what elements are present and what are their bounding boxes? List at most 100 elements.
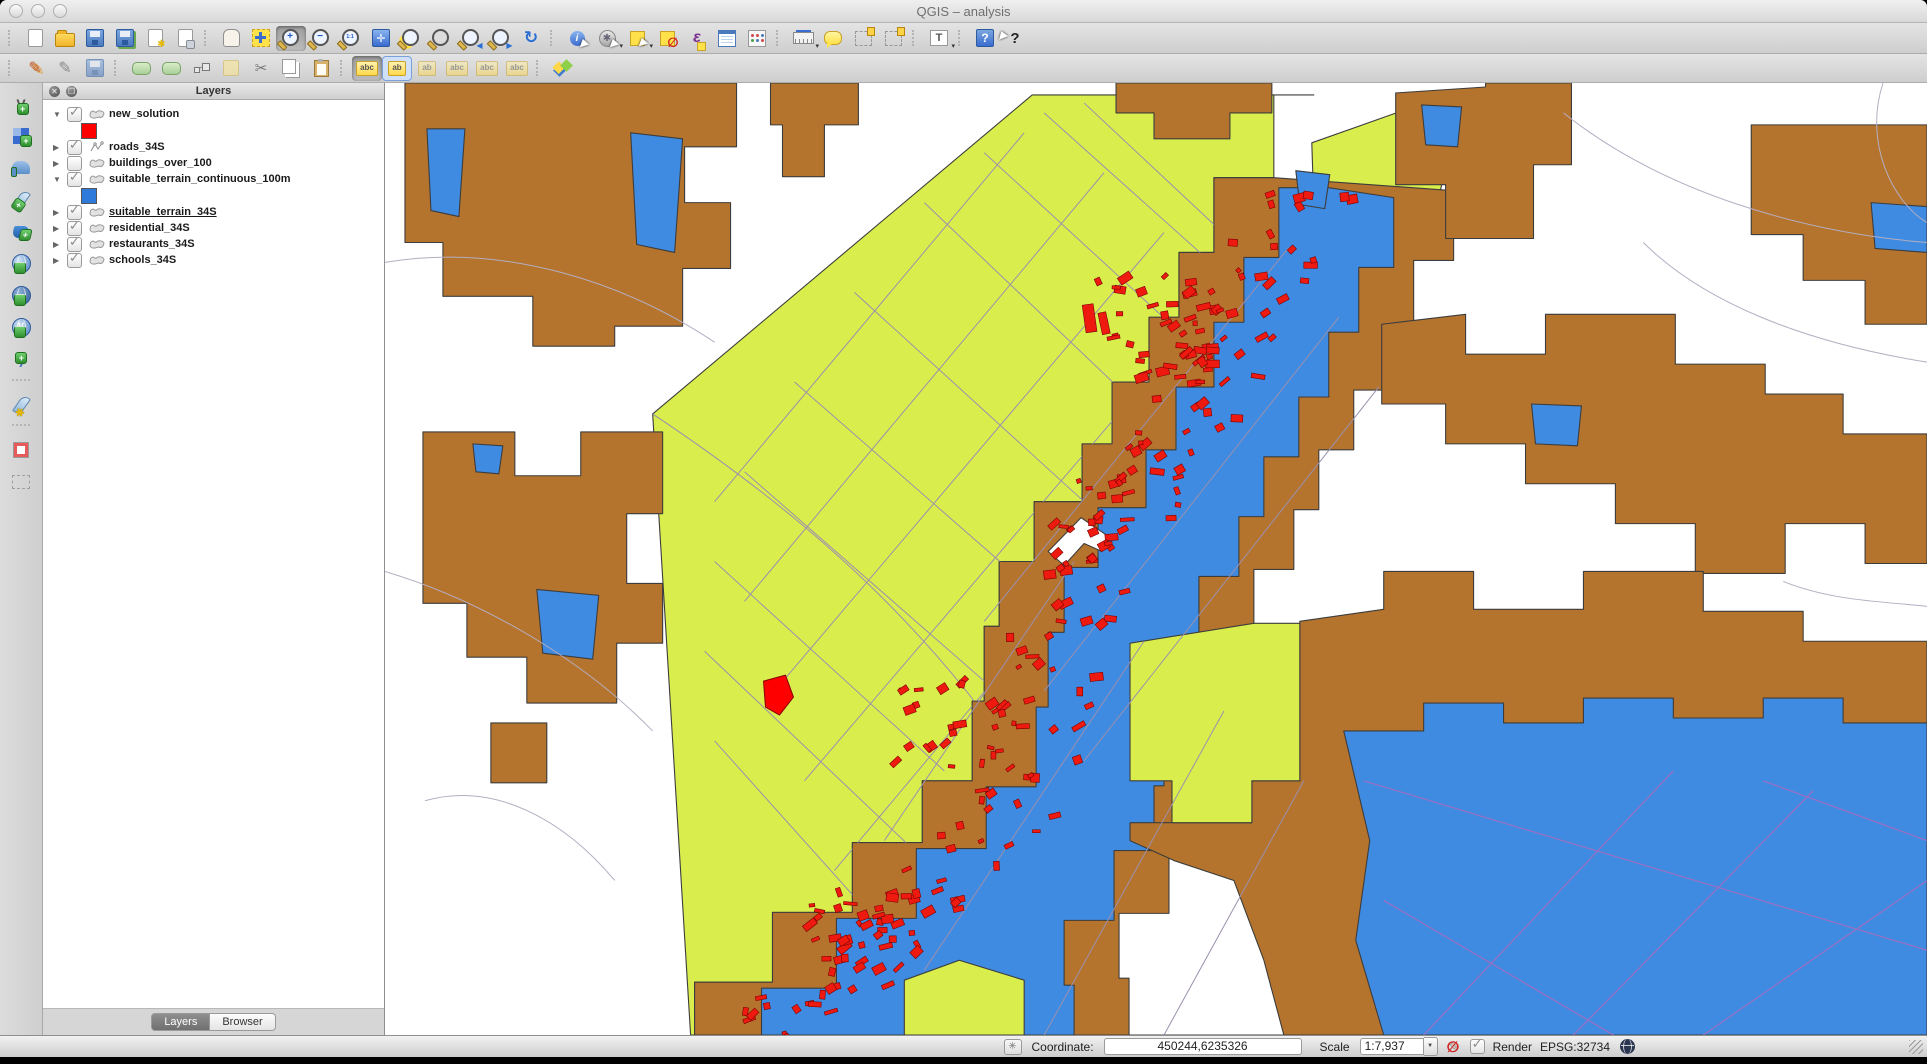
save-project-button[interactable] bbox=[80, 26, 110, 51]
layer-expand-arrow[interactable]: ▼ bbox=[53, 175, 67, 184]
zoom-native-button[interactable]: 1:1 bbox=[336, 26, 366, 51]
deselect-features-button[interactable] bbox=[652, 26, 682, 51]
open-attribute-table-button[interactable] bbox=[712, 26, 742, 51]
layer-item-restaurants_34S[interactable]: ▶ restaurants_34S bbox=[43, 236, 384, 252]
render-checkbox[interactable] bbox=[1470, 1039, 1485, 1054]
tab-layers[interactable]: Layers bbox=[151, 1013, 210, 1031]
layer-label: restaurants_34S bbox=[109, 238, 195, 250]
layer-item-residential_34S[interactable]: ▶residential_34S bbox=[43, 220, 384, 236]
add-mssql-layer-button[interactable] bbox=[6, 219, 36, 244]
remove-layer-button[interactable] bbox=[6, 437, 36, 462]
layer-symbol-swatch[interactable] bbox=[81, 188, 97, 204]
layer-symbology-row bbox=[43, 187, 384, 204]
add-wms-layer-button[interactable] bbox=[6, 251, 36, 276]
scale-dropdown-arrow[interactable]: ▼ bbox=[1424, 1037, 1438, 1056]
add-wfs-layer-button[interactable]: V bbox=[6, 315, 36, 340]
whats-this-button[interactable]: ? bbox=[1000, 26, 1030, 51]
move-feature-button[interactable] bbox=[156, 56, 186, 81]
layer-item-buildings_over_100[interactable]: ▶buildings_over_100 bbox=[43, 155, 384, 171]
tab-browser[interactable]: Browser bbox=[210, 1013, 275, 1031]
layer-item-new_solution[interactable]: ▼new_solution bbox=[43, 106, 384, 122]
run-feature-action-button[interactable]: ✱▾ bbox=[592, 26, 622, 51]
layer-visibility-checkbox[interactable] bbox=[67, 140, 82, 155]
coordinate-label: Coordinate: bbox=[1032, 1040, 1094, 1054]
layer-expand-arrow[interactable]: ▼ bbox=[53, 110, 67, 119]
resize-grip-icon[interactable] bbox=[1909, 1040, 1923, 1054]
layer-expand-arrow[interactable]: ▶ bbox=[53, 159, 67, 168]
layer-visibility-checkbox[interactable] bbox=[67, 107, 82, 122]
layer-item-suitable_terrain_34S[interactable]: ▶suitable_terrain_34S bbox=[43, 204, 384, 220]
pan-to-selection-button[interactable] bbox=[246, 26, 276, 51]
label-highlight-button[interactable]: abc bbox=[442, 56, 472, 81]
select-by-expression-button[interactable]: ε bbox=[682, 26, 712, 51]
label-move-button[interactable]: abc bbox=[472, 56, 502, 81]
label-selected-button[interactable]: ab bbox=[382, 56, 412, 81]
text-annotation-dropdown[interactable]: ▾ bbox=[951, 43, 955, 50]
measure-line-button[interactable]: ▾ bbox=[788, 26, 818, 51]
layer-labeling-button[interactable]: abc bbox=[352, 56, 382, 81]
add-feature-button[interactable] bbox=[126, 56, 156, 81]
field-calculator-button[interactable] bbox=[742, 26, 772, 51]
save-layer-edits-button[interactable] bbox=[80, 56, 110, 81]
text-annotation-button[interactable]: T▾ bbox=[924, 26, 954, 51]
polygon-layer-icon bbox=[89, 255, 109, 266]
coordinate-input[interactable]: 450244,6235326 bbox=[1104, 1038, 1302, 1055]
show-bookmarks-button[interactable] bbox=[878, 26, 908, 51]
map-refresh-button[interactable]: ↻ bbox=[516, 26, 546, 51]
crs-globe-icon[interactable] bbox=[1620, 1039, 1635, 1054]
current-edits-button[interactable]: ✎ bbox=[20, 56, 50, 81]
layer-item-suitable_terrain_continuous_100m[interactable]: ▼suitable_terrain_continuous_100m bbox=[43, 171, 384, 187]
layer-expand-arrow[interactable]: ▶ bbox=[53, 240, 67, 249]
add-spatialite-layer-button[interactable] bbox=[6, 187, 36, 212]
composer-manager-button[interactable] bbox=[170, 26, 200, 51]
add-postgis-layer-button[interactable] bbox=[6, 155, 36, 180]
label-properties-button[interactable]: abc bbox=[502, 56, 532, 81]
zoom-to-selection-button[interactable] bbox=[396, 26, 426, 51]
map-tips-button[interactable] bbox=[818, 26, 848, 51]
add-raster-layer-button[interactable] bbox=[6, 123, 36, 148]
add-vector-layer-button[interactable]: V bbox=[6, 91, 36, 116]
extents-toggle-icon[interactable]: ✳ bbox=[1004, 1039, 1022, 1055]
node-tool-button[interactable] bbox=[186, 56, 216, 81]
toggle-editing-button[interactable]: ✎ bbox=[50, 56, 80, 81]
map-canvas[interactable] bbox=[385, 83, 1927, 1035]
select-features-button[interactable]: ▾ bbox=[622, 26, 652, 51]
layer-expand-arrow[interactable]: ▶ bbox=[53, 143, 67, 152]
open-project-button[interactable] bbox=[50, 26, 80, 51]
selection-box-button[interactable] bbox=[6, 469, 36, 494]
new-project-button[interactable] bbox=[20, 26, 50, 51]
layer-symbol-swatch[interactable] bbox=[81, 123, 97, 139]
zoom-out-button[interactable]: − bbox=[306, 26, 336, 51]
layer-visibility-checkbox[interactable] bbox=[67, 253, 82, 268]
zoom-full-extent-button[interactable]: ✛ bbox=[366, 26, 396, 51]
help-contents-button[interactable]: ? bbox=[970, 26, 1000, 51]
pan-map-button[interactable] bbox=[216, 26, 246, 51]
zoom-last-button[interactable]: ◀ bbox=[456, 26, 486, 51]
save-project-as-button[interactable] bbox=[110, 26, 140, 51]
scale-value[interactable]: 1:7,937 bbox=[1360, 1038, 1424, 1055]
paste-features-button[interactable] bbox=[306, 56, 336, 81]
zoom-in-button[interactable]: + bbox=[276, 26, 306, 51]
zoom-to-layer-button[interactable] bbox=[426, 26, 456, 51]
processing-toolbox-button[interactable] bbox=[548, 56, 578, 81]
layer-item-roads_34S[interactable]: ▶roads_34S bbox=[43, 139, 384, 155]
composer-manager-icon bbox=[178, 29, 193, 47]
new-shapefile-layer-button[interactable] bbox=[6, 392, 36, 417]
stop-rendering-icon[interactable]: ✎ bbox=[1446, 1039, 1462, 1055]
layer-item-schools_34S[interactable]: ▶schools_34S bbox=[43, 252, 384, 268]
zoom-next-button[interactable]: ▶ bbox=[486, 26, 516, 51]
delete-selected-button[interactable] bbox=[216, 56, 246, 81]
cut-features-button[interactable]: ✂ bbox=[246, 56, 276, 81]
layer-expand-arrow[interactable]: ▶ bbox=[53, 256, 67, 265]
new-bookmark-button[interactable] bbox=[848, 26, 878, 51]
layer-visibility-checkbox[interactable] bbox=[67, 172, 82, 187]
new-print-composer-button[interactable] bbox=[140, 26, 170, 51]
identify-features-button[interactable]: i bbox=[562, 26, 592, 51]
layer-expand-arrow[interactable]: ▶ bbox=[53, 224, 67, 233]
copy-features-button[interactable] bbox=[276, 56, 306, 81]
layer-expand-arrow[interactable]: ▶ bbox=[53, 208, 67, 217]
label-pin-button[interactable]: ab bbox=[412, 56, 442, 81]
add-delimited-text-layer-button[interactable]: , bbox=[6, 347, 36, 372]
add-wcs-layer-button[interactable] bbox=[6, 283, 36, 308]
scale-combo[interactable]: 1:7,937 ▼ bbox=[1360, 1037, 1438, 1056]
